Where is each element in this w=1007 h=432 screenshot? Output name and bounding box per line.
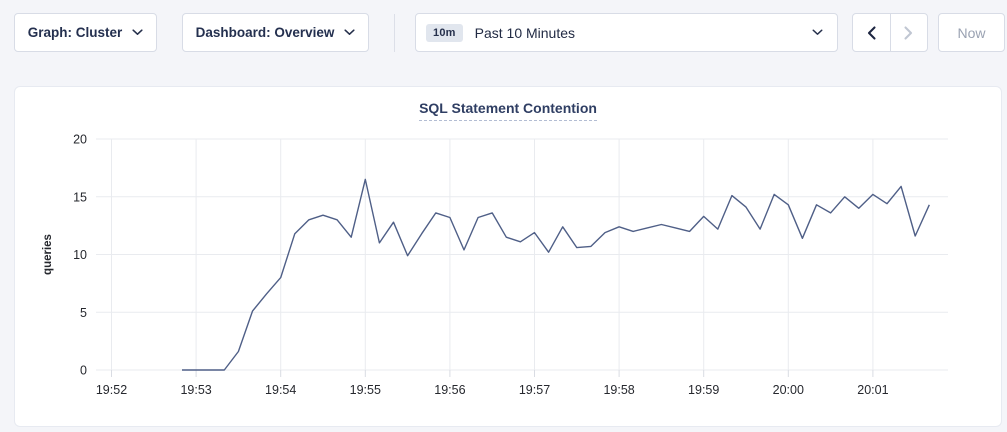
x-tick-label: 19:59 [688, 383, 719, 397]
time-range-dropdown[interactable]: 10m Past 10 Minutes [415, 13, 838, 52]
y-tick-label: 15 [73, 190, 87, 204]
chevron-down-icon [812, 29, 823, 36]
toolbar-divider [394, 14, 395, 52]
chart-title[interactable]: SQL Statement Contention [419, 100, 597, 121]
now-button[interactable]: Now [938, 13, 1005, 52]
y-tick-label: 10 [73, 248, 87, 262]
y-tick-label: 0 [80, 364, 87, 378]
x-tick-label: 19:52 [96, 383, 127, 397]
time-range-badge: 10m [426, 24, 463, 42]
x-tick-label: 19:54 [265, 383, 296, 397]
chevron-left-icon [867, 26, 876, 40]
series-line-queries [182, 179, 929, 370]
x-tick-label: 19:57 [519, 383, 550, 397]
graph-dropdown[interactable]: Graph: Cluster [14, 13, 157, 52]
x-tick-label: 19:58 [603, 383, 634, 397]
y-axis-label: queries [42, 234, 54, 275]
x-tick-label: 19:56 [434, 383, 465, 397]
x-tick-label: 19:53 [180, 383, 211, 397]
graph-dropdown-label: Graph: Cluster [28, 25, 123, 40]
x-tick-label: 19:55 [350, 383, 381, 397]
chevron-right-icon [904, 26, 913, 40]
y-tick-label: 5 [80, 306, 87, 320]
chart-title-row: SQL Statement Contention [15, 100, 1001, 121]
chevron-down-icon [132, 29, 143, 36]
prev-time-button[interactable] [853, 14, 891, 51]
y-tick-label: 20 [73, 133, 87, 147]
next-time-button[interactable] [891, 14, 928, 51]
x-tick-label: 20:01 [857, 383, 888, 397]
time-step-buttons [852, 13, 928, 52]
x-tick-label: 20:00 [773, 383, 804, 397]
toolbar: Graph: Cluster Dashboard: Overview 10m P… [0, 0, 1007, 66]
line-chart: 0 5 10 15 20 19:52 19:53 19:54 19:55 19:56 19:57 19… [15, 87, 1003, 428]
chart-panel: 0 5 10 15 20 19:52 19:53 19:54 19:55 19:56 19:57 19… [14, 86, 1002, 427]
chevron-down-icon [344, 29, 355, 36]
time-range-label: Past 10 Minutes [475, 25, 800, 41]
dashboard-dropdown[interactable]: Dashboard: Overview [182, 13, 369, 52]
dashboard-dropdown-label: Dashboard: Overview [196, 25, 335, 40]
